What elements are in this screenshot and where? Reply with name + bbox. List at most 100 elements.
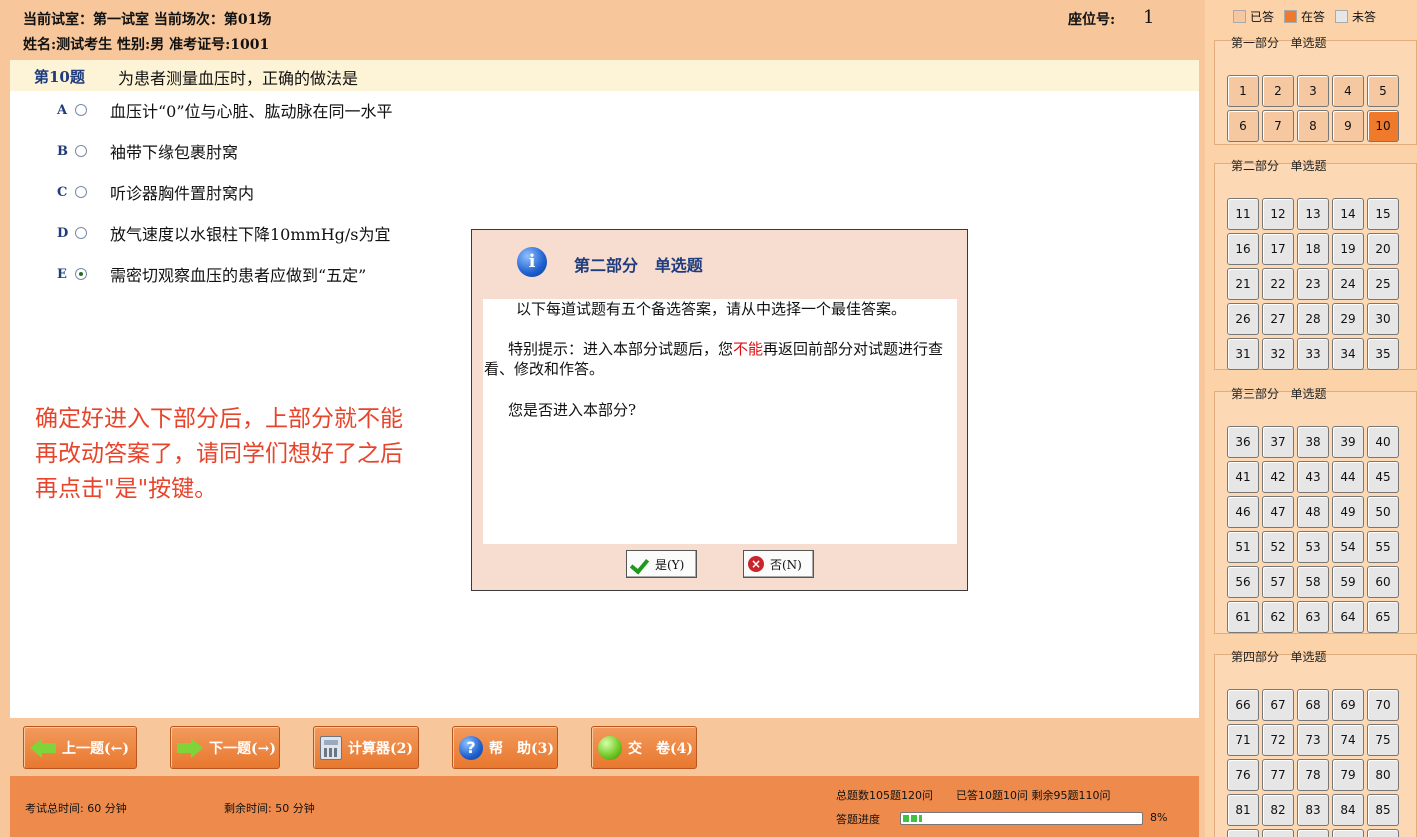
next-question-button[interactable]: 下一题(→) bbox=[170, 726, 280, 769]
question-nav-90[interactable]: 90 bbox=[1367, 829, 1399, 837]
question-nav-75[interactable]: 75 bbox=[1367, 724, 1399, 756]
question-nav-54[interactable]: 54 bbox=[1332, 531, 1364, 563]
option-d[interactable]: D 放气速度以水银柱下降10mmHg/s为宜 bbox=[57, 221, 391, 245]
question-nav-69[interactable]: 69 bbox=[1332, 689, 1364, 721]
question-nav-61[interactable]: 61 bbox=[1227, 601, 1259, 633]
question-nav-6[interactable]: 6 bbox=[1227, 110, 1259, 142]
question-nav-66[interactable]: 66 bbox=[1227, 689, 1259, 721]
submit-exam-button[interactable]: 交 卷(4) bbox=[591, 726, 697, 769]
option-a[interactable]: A 血压计“0”位与心脏、肱动脉在同一水平 bbox=[57, 98, 393, 122]
question-nav-46[interactable]: 46 bbox=[1227, 496, 1259, 528]
question-nav-56[interactable]: 56 bbox=[1227, 566, 1259, 598]
question-nav-20[interactable]: 20 bbox=[1367, 233, 1399, 265]
question-nav-62[interactable]: 62 bbox=[1262, 601, 1294, 633]
question-nav-64[interactable]: 64 bbox=[1332, 601, 1364, 633]
question-nav-86[interactable]: 86 bbox=[1227, 829, 1259, 837]
question-nav-13[interactable]: 13 bbox=[1297, 198, 1329, 230]
question-nav-58[interactable]: 58 bbox=[1297, 566, 1329, 598]
question-nav-83[interactable]: 83 bbox=[1297, 794, 1329, 826]
question-nav-51[interactable]: 51 bbox=[1227, 531, 1259, 563]
option-b-radio[interactable] bbox=[75, 145, 87, 157]
option-a-radio[interactable] bbox=[75, 104, 87, 116]
question-nav-43[interactable]: 43 bbox=[1297, 461, 1329, 493]
question-nav-74[interactable]: 74 bbox=[1332, 724, 1364, 756]
question-nav-81[interactable]: 81 bbox=[1227, 794, 1259, 826]
question-nav-2[interactable]: 2 bbox=[1262, 75, 1294, 107]
question-nav-70[interactable]: 70 bbox=[1367, 689, 1399, 721]
question-nav-8[interactable]: 8 bbox=[1297, 110, 1329, 142]
question-nav-68[interactable]: 68 bbox=[1297, 689, 1329, 721]
question-nav-31[interactable]: 31 bbox=[1227, 338, 1259, 370]
question-nav-23[interactable]: 23 bbox=[1297, 268, 1329, 300]
question-nav-42[interactable]: 42 bbox=[1262, 461, 1294, 493]
question-nav-35[interactable]: 35 bbox=[1367, 338, 1399, 370]
question-nav-26[interactable]: 26 bbox=[1227, 303, 1259, 335]
prev-question-button[interactable]: 上一题(←) bbox=[23, 726, 137, 769]
question-nav-14[interactable]: 14 bbox=[1332, 198, 1364, 230]
question-nav-39[interactable]: 39 bbox=[1332, 426, 1364, 458]
question-nav-32[interactable]: 32 bbox=[1262, 338, 1294, 370]
option-e-radio[interactable] bbox=[75, 268, 87, 280]
question-nav-19[interactable]: 19 bbox=[1332, 233, 1364, 265]
question-nav-53[interactable]: 53 bbox=[1297, 531, 1329, 563]
question-nav-22[interactable]: 22 bbox=[1262, 268, 1294, 300]
option-b[interactable]: B 袖带下缘包裹肘窝 bbox=[57, 139, 238, 163]
question-nav-60[interactable]: 60 bbox=[1367, 566, 1399, 598]
question-nav-5[interactable]: 5 bbox=[1367, 75, 1399, 107]
question-nav-12[interactable]: 12 bbox=[1262, 198, 1294, 230]
question-nav-85[interactable]: 85 bbox=[1367, 794, 1399, 826]
question-nav-84[interactable]: 84 bbox=[1332, 794, 1364, 826]
calculator-button[interactable]: 计算器(2) bbox=[313, 726, 419, 769]
question-nav-3[interactable]: 3 bbox=[1297, 75, 1329, 107]
question-nav-18[interactable]: 18 bbox=[1297, 233, 1329, 265]
question-nav-52[interactable]: 52 bbox=[1262, 531, 1294, 563]
question-nav-87[interactable]: 87 bbox=[1262, 829, 1294, 837]
question-nav-48[interactable]: 48 bbox=[1297, 496, 1329, 528]
question-nav-21[interactable]: 21 bbox=[1227, 268, 1259, 300]
question-nav-28[interactable]: 28 bbox=[1297, 303, 1329, 335]
question-nav-4[interactable]: 4 bbox=[1332, 75, 1364, 107]
question-nav-45[interactable]: 45 bbox=[1367, 461, 1399, 493]
question-nav-1[interactable]: 1 bbox=[1227, 75, 1259, 107]
question-nav-34[interactable]: 34 bbox=[1332, 338, 1364, 370]
question-nav-40[interactable]: 40 bbox=[1367, 426, 1399, 458]
question-nav-88[interactable]: 88 bbox=[1297, 829, 1329, 837]
question-nav-36[interactable]: 36 bbox=[1227, 426, 1259, 458]
question-nav-73[interactable]: 73 bbox=[1297, 724, 1329, 756]
question-nav-72[interactable]: 72 bbox=[1262, 724, 1294, 756]
no-button[interactable]: × 否(N) bbox=[743, 550, 814, 578]
question-nav-25[interactable]: 25 bbox=[1367, 268, 1399, 300]
question-nav-67[interactable]: 67 bbox=[1262, 689, 1294, 721]
question-nav-89[interactable]: 89 bbox=[1332, 829, 1364, 837]
question-nav-63[interactable]: 63 bbox=[1297, 601, 1329, 633]
question-nav-44[interactable]: 44 bbox=[1332, 461, 1364, 493]
yes-button[interactable]: 是(Y) bbox=[626, 550, 697, 578]
question-nav-71[interactable]: 71 bbox=[1227, 724, 1259, 756]
question-nav-65[interactable]: 65 bbox=[1367, 601, 1399, 633]
question-nav-9[interactable]: 9 bbox=[1332, 110, 1364, 142]
option-e[interactable]: E 需密切观察血压的患者应做到“五定” bbox=[57, 262, 366, 286]
option-d-radio[interactable] bbox=[75, 227, 87, 239]
question-nav-30[interactable]: 30 bbox=[1367, 303, 1399, 335]
question-nav-41[interactable]: 41 bbox=[1227, 461, 1259, 493]
help-button[interactable]: ? 帮 助(3) bbox=[452, 726, 558, 769]
option-c-radio[interactable] bbox=[75, 186, 87, 198]
question-nav-33[interactable]: 33 bbox=[1297, 338, 1329, 370]
question-nav-77[interactable]: 77 bbox=[1262, 759, 1294, 791]
question-nav-11[interactable]: 11 bbox=[1227, 198, 1259, 230]
question-nav-7[interactable]: 7 bbox=[1262, 110, 1294, 142]
question-nav-76[interactable]: 76 bbox=[1227, 759, 1259, 791]
question-nav-47[interactable]: 47 bbox=[1262, 496, 1294, 528]
option-c[interactable]: C 听诊器胸件置肘窝内 bbox=[57, 180, 254, 204]
question-nav-17[interactable]: 17 bbox=[1262, 233, 1294, 265]
question-nav-27[interactable]: 27 bbox=[1262, 303, 1294, 335]
question-nav-10[interactable]: 10 bbox=[1367, 110, 1399, 142]
question-nav-57[interactable]: 57 bbox=[1262, 566, 1294, 598]
question-nav-79[interactable]: 79 bbox=[1332, 759, 1364, 791]
question-nav-50[interactable]: 50 bbox=[1367, 496, 1399, 528]
question-nav-24[interactable]: 24 bbox=[1332, 268, 1364, 300]
question-nav-49[interactable]: 49 bbox=[1332, 496, 1364, 528]
question-nav-15[interactable]: 15 bbox=[1367, 198, 1399, 230]
question-nav-80[interactable]: 80 bbox=[1367, 759, 1399, 791]
question-nav-82[interactable]: 82 bbox=[1262, 794, 1294, 826]
